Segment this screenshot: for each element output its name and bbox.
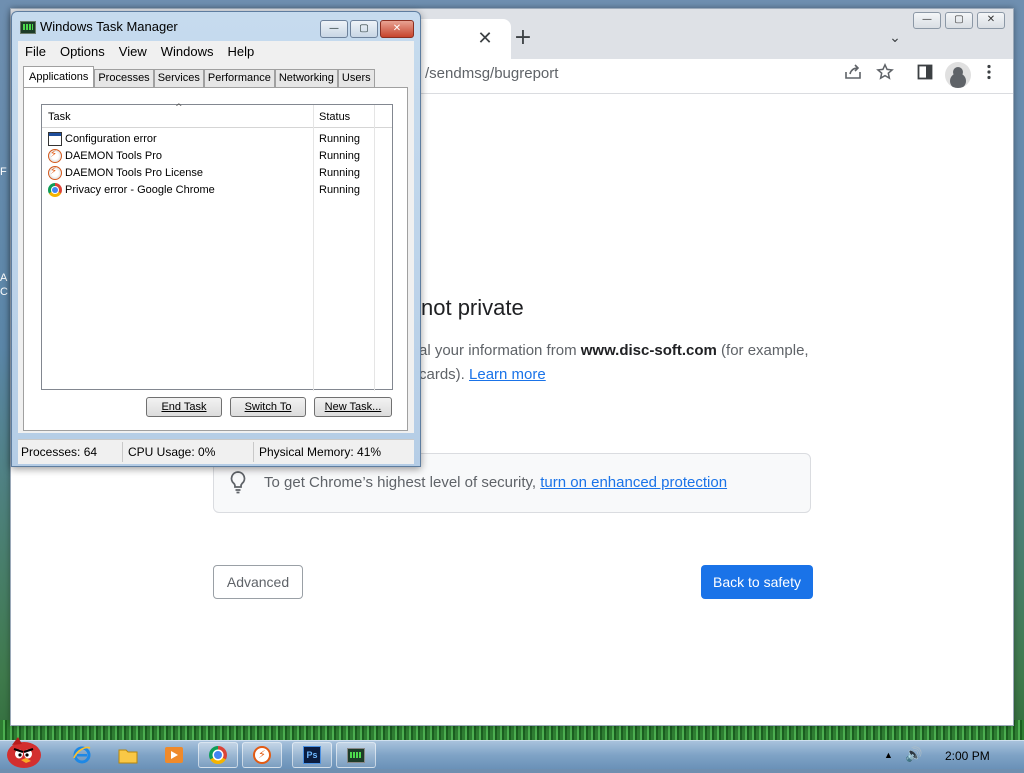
tab-services[interactable]: Services (153, 69, 204, 87)
menu-windows[interactable]: Windows (154, 41, 221, 61)
task-status: Running (319, 133, 360, 145)
status-divider (253, 442, 254, 462)
chrome-icon (48, 183, 62, 197)
menu-file[interactable]: File (18, 41, 53, 61)
tab-networking[interactable]: Networking (274, 69, 338, 87)
column-header-status[interactable]: Status (319, 111, 350, 123)
task-manager-window: Windows Task Manager — ▢ ✕ File Options … (11, 11, 421, 467)
window-icon (48, 132, 62, 146)
status-memory: Physical Memory: 41% (259, 445, 382, 459)
task-manager-icon (347, 747, 365, 763)
security-text: To get Chrome’s highest level of securit… (264, 474, 541, 491)
sidepanel-icon[interactable] (913, 63, 937, 87)
menu-help[interactable]: Help (220, 41, 261, 61)
share-icon[interactable] (841, 63, 865, 87)
page-title: not private (421, 295, 524, 320)
taskbar-photoshop-button[interactable]: Ps (292, 742, 332, 768)
table-row[interactable]: Privacy error - Google Chrome Running (46, 182, 386, 199)
task-name: Configuration error (65, 133, 157, 145)
task-status: Running (319, 184, 360, 196)
clock[interactable]: 2:00 PM (945, 749, 990, 763)
table-row[interactable]: DAEMON Tools Pro License Running (46, 165, 386, 182)
status-divider (122, 442, 123, 462)
task-manager-body: Applications Processes Services Performa… (18, 61, 414, 433)
switch-to-button[interactable]: Switch To (230, 397, 306, 417)
ie-icon[interactable] (68, 742, 96, 768)
chrome-icon (209, 746, 227, 764)
learn-more-link[interactable]: Learn more (469, 366, 546, 383)
close-icon[interactable]: ✕ (380, 20, 414, 38)
menu-view[interactable]: View (112, 41, 154, 61)
close-icon[interactable]: ✕ (977, 12, 1005, 29)
status-cpu: CPU Usage: 0% (128, 445, 216, 459)
taskbar: ⚡ Ps ▲ 🔊 2:00 PM (0, 737, 1024, 769)
task-name: DAEMON Tools Pro (65, 150, 162, 162)
warning-text: (for example, (716, 342, 809, 359)
daemon-tools-icon (48, 149, 62, 163)
status-bar: Processes: 64 CPU Usage: 0% Physical Mem… (18, 439, 414, 464)
status-processes: Processes: 64 (21, 445, 98, 459)
new-tab-icon[interactable]: + (511, 26, 535, 50)
site-domain: www.disc-soft.com (580, 342, 717, 359)
task-status: Running (319, 167, 360, 179)
task-list-header: ^ Task Status (42, 103, 392, 391)
start-button[interactable] (2, 733, 48, 769)
desktop-icon-label: F (0, 166, 7, 178)
table-row[interactable]: DAEMON Tools Pro Running (46, 148, 386, 165)
taskbar-daemon-tools-button[interactable]: ⚡ (242, 742, 282, 768)
task-status: Running (319, 150, 360, 162)
menu-bar: File Options View Windows Help (18, 41, 414, 61)
warning-paragraph: al your information from www.disc-soft.c… (419, 339, 819, 387)
tab-close-icon[interactable]: ✕ (473, 27, 497, 51)
kebab-menu-icon[interactable] (977, 63, 1001, 87)
column-header-task[interactable]: Task (48, 111, 71, 123)
volume-icon[interactable]: 🔊 (905, 746, 922, 763)
back-to-safety-button[interactable]: Back to safety (701, 565, 813, 599)
star-icon[interactable] (873, 62, 897, 87)
task-manager-icon (20, 21, 36, 34)
window-controls: — ▢ ✕ (320, 20, 414, 38)
explorer-icon[interactable] (114, 742, 142, 768)
tab-strip: Applications Processes Services Performa… (23, 66, 375, 88)
table-row[interactable]: Configuration error Running (46, 131, 386, 148)
end-task-button[interactable]: End Task (146, 397, 222, 417)
lightbulb-icon (228, 470, 248, 494)
address-bar[interactable]: /sendmsg/bugreport (425, 63, 558, 85)
taskbar-task-manager-button[interactable] (336, 742, 376, 768)
show-hidden-icons-arrow-icon[interactable]: ▲ (884, 750, 893, 760)
desktop-icon-label: A (0, 272, 8, 284)
tab-users[interactable]: Users (337, 69, 375, 87)
task-name: Privacy error - Google Chrome (65, 184, 215, 196)
minimize-icon[interactable]: — (913, 12, 941, 29)
tab-performance[interactable]: Performance (203, 69, 275, 87)
advanced-button[interactable]: Advanced (213, 565, 303, 599)
menu-options[interactable]: Options (53, 41, 112, 61)
daemon-tools-icon: ⚡ (253, 746, 271, 764)
taskbar-chrome-button[interactable] (198, 742, 238, 768)
window-title: Windows Task Manager (40, 19, 178, 34)
sort-indicator-icon: ^ (175, 103, 183, 113)
photoshop-icon: Ps (303, 746, 321, 764)
chrome-window-controls: — ▢ ✕ (913, 12, 1005, 29)
media-player-icon[interactable] (160, 742, 188, 768)
tab-processes[interactable]: Processes (94, 69, 154, 87)
warning-text: al your information from (419, 342, 581, 359)
applications-panel: ^ Task Status Configuration error Runnin… (23, 87, 408, 431)
daemon-tools-icon (48, 166, 62, 180)
tab-search-icon[interactable]: ⌄ (883, 26, 907, 50)
new-task-button[interactable]: New Task... (314, 397, 392, 417)
tab-applications[interactable]: Applications (23, 66, 95, 88)
desktop-icon-label: C (0, 286, 8, 298)
maximize-icon[interactable]: ▢ (945, 12, 973, 29)
enhanced-protection-link[interactable]: turn on enhanced protection (540, 474, 727, 491)
warning-text: cards). (419, 366, 470, 383)
minimize-icon[interactable]: — (320, 20, 348, 38)
security-message: To get Chrome’s highest level of securit… (264, 474, 727, 491)
task-name: DAEMON Tools Pro License (65, 167, 203, 179)
maximize-icon[interactable]: ▢ (350, 20, 378, 38)
task-list: ^ Task Status Configuration error Runnin… (41, 103, 393, 391)
profile-icon[interactable] (945, 62, 971, 88)
